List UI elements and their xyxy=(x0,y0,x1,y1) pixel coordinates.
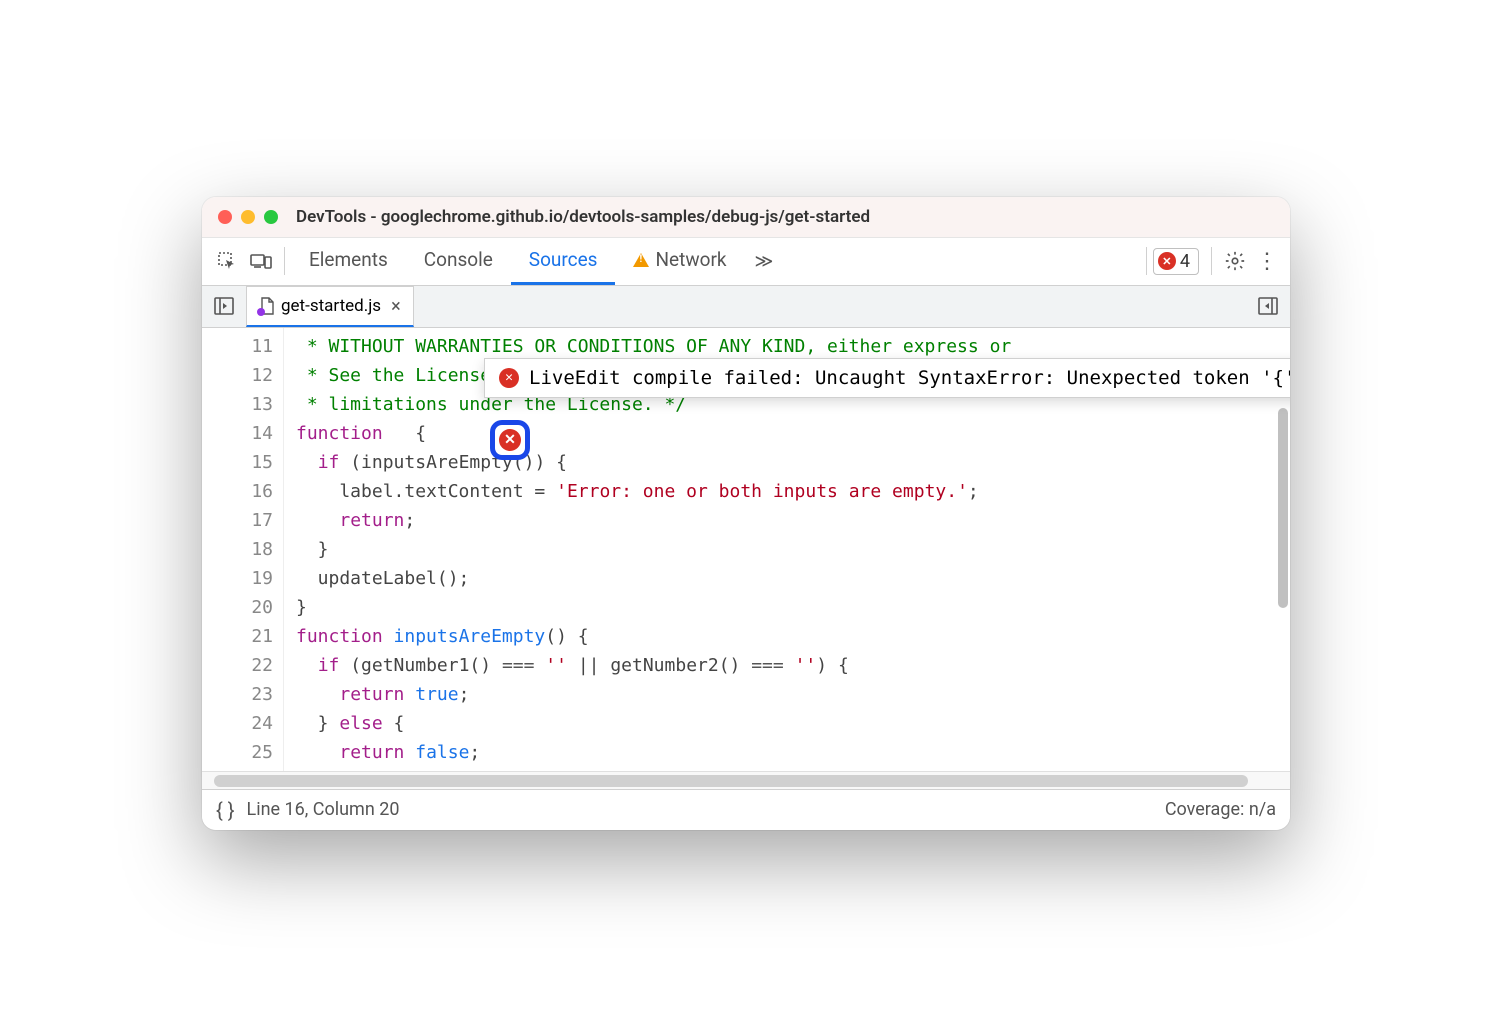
line-number[interactable]: 18 xyxy=(214,535,273,564)
error-icon xyxy=(1158,252,1176,270)
code-line[interactable]: return; xyxy=(296,506,1290,535)
code-line[interactable]: function { xyxy=(296,419,1290,448)
coverage-status: Coverage: n/a xyxy=(1165,799,1276,820)
minimize-window-button[interactable] xyxy=(241,210,255,224)
error-count-badge[interactable]: 4 xyxy=(1153,248,1199,275)
more-tabs-button[interactable]: ≫ xyxy=(745,251,784,272)
code-line[interactable]: } xyxy=(296,535,1290,564)
code-line[interactable]: updateLabel(); xyxy=(296,564,1290,593)
pretty-print-icon[interactable]: { } xyxy=(216,798,235,822)
tab-elements[interactable]: Elements xyxy=(291,238,406,285)
error-icon xyxy=(499,368,519,388)
warning-icon xyxy=(633,253,649,267)
more-options-icon[interactable]: ⋮ xyxy=(1252,249,1282,274)
zoom-window-button[interactable] xyxy=(264,210,278,224)
code-line[interactable]: * WITHOUT WARRANTIES OR CONDITIONS OF AN… xyxy=(296,332,1290,361)
titlebar: DevTools - googlechrome.github.io/devtoo… xyxy=(202,197,1290,238)
devtools-window: DevTools - googlechrome.github.io/devtoo… xyxy=(202,197,1290,830)
sources-subbar: get-started.js × xyxy=(202,286,1290,328)
error-icon xyxy=(499,429,521,451)
status-bar: { } Line 16, Column 20 Coverage: n/a xyxy=(202,789,1290,830)
inspect-element-icon[interactable] xyxy=(210,244,244,278)
close-tab-icon[interactable]: × xyxy=(391,296,401,317)
line-number[interactable]: 17 xyxy=(214,506,273,535)
code-line[interactable]: if (getNumber1() === '' || getNumber2() … xyxy=(296,651,1290,680)
code-line[interactable]: function inputsAreEmpty() { xyxy=(296,622,1290,651)
tab-label: Console xyxy=(424,248,493,271)
tab-label: Network xyxy=(655,248,726,271)
gutter-error-marker[interactable] xyxy=(490,420,530,460)
line-number[interactable]: 15 xyxy=(214,448,273,477)
line-number[interactable]: 14 xyxy=(214,419,273,448)
line-number[interactable]: 24 xyxy=(214,709,273,738)
line-number[interactable]: 21 xyxy=(214,622,273,651)
tab-sources[interactable]: Sources xyxy=(511,238,616,285)
tab-console[interactable]: Console xyxy=(406,238,511,285)
code-editor[interactable]: LiveEdit compile failed: Uncaught Syntax… xyxy=(284,328,1290,771)
cursor-position: Line 16, Column 20 xyxy=(247,799,400,820)
file-name: get-started.js xyxy=(281,296,381,316)
tab-label: Sources xyxy=(529,248,598,271)
error-count: 4 xyxy=(1180,251,1190,272)
panel-tabs: Elements Console Sources Network xyxy=(291,238,745,285)
code-line[interactable]: } xyxy=(296,593,1290,622)
tab-network[interactable]: Network xyxy=(615,238,744,285)
line-number[interactable]: 11 xyxy=(214,332,273,361)
settings-icon[interactable] xyxy=(1218,244,1252,278)
window-title: DevTools - googlechrome.github.io/devtoo… xyxy=(296,207,870,227)
editor-content: 111213141516171819202122232425 LiveEdit … xyxy=(202,328,1290,771)
code-line[interactable]: return true; xyxy=(296,680,1290,709)
horizontal-scrollbar[interactable] xyxy=(214,775,1248,787)
line-number[interactable]: 22 xyxy=(214,651,273,680)
code-line[interactable]: } else { xyxy=(296,709,1290,738)
tab-label: Elements xyxy=(309,248,388,271)
line-number[interactable]: 13 xyxy=(214,390,273,419)
main-toolbar: Elements Console Sources Network ≫ 4 ⋮ xyxy=(202,238,1290,286)
line-number[interactable]: 16 xyxy=(214,477,273,506)
separator xyxy=(1146,247,1147,275)
code-line[interactable]: label.textContent = 'Error: one or both … xyxy=(296,477,1290,506)
separator xyxy=(1211,247,1212,275)
file-tab[interactable]: get-started.js × xyxy=(246,286,414,327)
tooltip-message: LiveEdit compile failed: Uncaught Syntax… xyxy=(529,367,1290,389)
vertical-scrollbar[interactable] xyxy=(1278,408,1288,608)
modified-indicator-icon xyxy=(257,308,265,316)
device-toolbar-icon[interactable] xyxy=(244,244,278,278)
error-tooltip: LiveEdit compile failed: Uncaught Syntax… xyxy=(484,358,1290,398)
code-line[interactable]: return false; xyxy=(296,738,1290,767)
traffic-lights xyxy=(218,210,278,224)
line-number[interactable]: 19 xyxy=(214,564,273,593)
code-line[interactable]: if (inputsAreEmpty()) { xyxy=(296,448,1290,477)
file-icon xyxy=(259,297,275,315)
line-number[interactable]: 20 xyxy=(214,593,273,622)
horizontal-scrollbar-track xyxy=(202,771,1290,789)
line-number[interactable]: 23 xyxy=(214,680,273,709)
line-number[interactable]: 25 xyxy=(214,738,273,767)
line-gutter[interactable]: 111213141516171819202122232425 xyxy=(202,328,284,771)
show-navigator-icon[interactable] xyxy=(208,290,240,322)
line-number[interactable]: 12 xyxy=(214,361,273,390)
show-debugger-icon[interactable] xyxy=(1252,290,1284,322)
close-window-button[interactable] xyxy=(218,210,232,224)
separator xyxy=(284,247,285,275)
